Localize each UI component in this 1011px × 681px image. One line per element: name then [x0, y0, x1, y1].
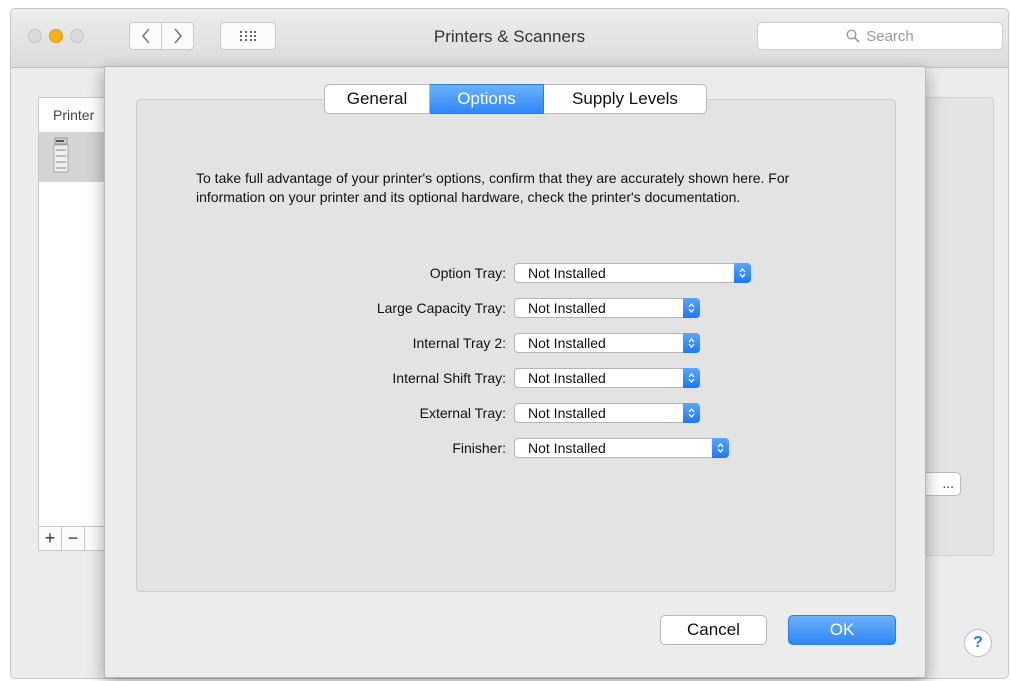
popup-arrows-icon [683, 333, 700, 353]
finisher-value: Not Installed [528, 440, 606, 456]
search-field[interactable]: Search [757, 22, 1003, 50]
large-capacity-tray-value: Not Installed [528, 300, 606, 316]
internal-shift-tray-popup[interactable]: Not Installed [514, 368, 700, 388]
internal-shift-tray-label: Internal Shift Tray: [392, 370, 506, 386]
tab-general[interactable]: General [324, 84, 430, 114]
option-row-finisher: Finisher: [137, 437, 506, 459]
options-sheet: General Options Supply Levels To take fu… [104, 66, 926, 678]
external-tray-label: External Tray: [419, 405, 506, 421]
cancel-button[interactable]: Cancel [660, 615, 767, 645]
internal-tray-2-value: Not Installed [528, 335, 606, 351]
popup-arrows-icon [712, 438, 729, 458]
popup-arrows-icon [683, 368, 700, 388]
option-row-option-tray: Option Tray: [137, 262, 506, 284]
finisher-label: Finisher: [452, 440, 506, 456]
remove-printer-button[interactable]: − [62, 527, 85, 550]
tab-supply-levels[interactable]: Supply Levels [544, 84, 707, 114]
tab-options[interactable]: Options [430, 84, 544, 114]
popup-arrows-icon [734, 263, 751, 283]
large-capacity-tray-label: Large Capacity Tray: [376, 300, 506, 316]
tab-bar: General Options Supply Levels [324, 84, 707, 114]
add-printer-button[interactable]: + [39, 527, 62, 550]
help-button[interactable]: ? [964, 629, 992, 657]
search-placeholder: Search [866, 27, 914, 45]
search-icon [846, 29, 860, 43]
option-row-internal-shift-tray: Internal Shift Tray: [137, 367, 506, 389]
add-remove-control: + − [38, 526, 108, 551]
option-row-external-tray: External Tray: [137, 402, 506, 424]
external-tray-value: Not Installed [528, 405, 606, 421]
ok-button[interactable]: OK [788, 615, 896, 645]
options-description: To take full advantage of your printer's… [196, 170, 790, 205]
title-bar: Printers & Scanners Search [11, 9, 1008, 68]
option-tray-value: Not Installed [528, 265, 606, 281]
finisher-popup[interactable]: Not Installed [514, 438, 729, 458]
option-tray-label: Option Tray: [429, 265, 506, 281]
option-row-large-capacity-tray: Large Capacity Tray: [137, 297, 506, 319]
large-capacity-tray-popup[interactable]: Not Installed [514, 298, 700, 318]
popup-arrows-icon [683, 403, 700, 423]
external-tray-popup[interactable]: Not Installed [514, 403, 700, 423]
internal-tray-2-label: Internal Tray 2: [412, 335, 506, 351]
printer-icon [53, 137, 69, 173]
popup-arrows-icon [683, 298, 700, 318]
internal-shift-tray-value: Not Installed [528, 370, 606, 386]
options-tab-panel: To take full advantage of your printer's… [136, 99, 896, 592]
internal-tray-2-popup[interactable]: Not Installed [514, 333, 700, 353]
option-tray-popup[interactable]: Not Installed [514, 263, 751, 283]
option-row-internal-tray-2: Internal Tray 2: [137, 332, 506, 354]
